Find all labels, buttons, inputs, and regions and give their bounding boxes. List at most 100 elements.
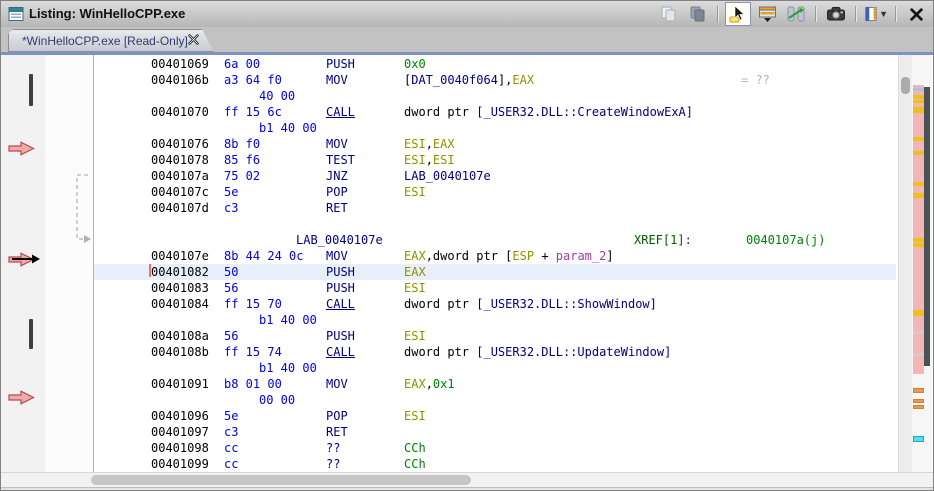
vertical-scrollbar-thumb[interactable] [901, 77, 910, 94]
address-field: 00401096 [151, 408, 209, 424]
bytes-field: c3 [224, 424, 238, 440]
mnemonic-field: MOV [326, 72, 348, 88]
listing-instruction-row[interactable]: 00401070ff 15 6cCALLdword ptr [_USER32.D… [94, 104, 896, 120]
listing-bytes-continuation-row[interactable]: 40 00 [94, 88, 896, 104]
cursor-location-icon [729, 5, 747, 23]
address-field: 0040107a [151, 168, 209, 184]
operands-field: CCh [404, 456, 426, 472]
horizontal-scrollbar-thumb[interactable] [91, 475, 471, 485]
mnemonic-field: MOV [326, 248, 348, 264]
operands-field: ESI,ESI [404, 152, 455, 168]
address-field: 00401099 [151, 456, 209, 472]
mnemonic-field: MOV [326, 376, 348, 392]
window-title: Listing: WinHelloCPP.exe [29, 6, 185, 21]
bytes-field: 75 02 [224, 168, 260, 184]
tab-close-icon[interactable] [187, 33, 200, 46]
paste-button[interactable] [685, 2, 711, 26]
copy-button[interactable] [656, 2, 682, 26]
listing-instruction-row[interactable]: 00401099cc??CCh [94, 456, 896, 472]
address-field: 00401084 [151, 296, 209, 312]
listing-instruction-row[interactable]: 004010768b f0MOVESI,EAX [94, 136, 896, 152]
disassembly-listing[interactable]: 004010696a 00PUSH0x00040106ba3 64 f0MOV[… [94, 55, 896, 472]
bytes-field: 56 [224, 280, 238, 296]
overview-mark [913, 405, 924, 409]
listing-instruction-row[interactable]: 004010965ePOPESI [94, 408, 896, 424]
overview-band [924, 87, 930, 366]
overview-mark [913, 107, 924, 113]
bytes-field: 8b 44 24 0c [224, 248, 303, 264]
listing-instruction-row[interactable]: 0040108a56PUSHESI [94, 328, 896, 344]
bytes-continuation-field: 40 00 [259, 88, 295, 104]
diff-view-button[interactable] [783, 2, 809, 26]
tab-winhellocpp[interactable]: *WinHelloCPP.exe [Read-Only] [8, 29, 214, 52]
operands-field: dword ptr [_USER32.DLL::UpdateWindow] [404, 344, 671, 360]
overview-mark [913, 353, 924, 356]
mnemonic-field: PUSH [326, 264, 355, 280]
mnemonic-field: PUSH [326, 328, 355, 344]
listing-instruction-row[interactable]: 0040108250PUSHEAX [94, 264, 896, 280]
mnemonic-field: RET [326, 200, 348, 216]
overview-mark [913, 436, 924, 442]
listing-instruction-row[interactable]: 0040107a75 02JNZLAB_0040107e [94, 168, 896, 184]
operands-field: ESI [404, 184, 426, 200]
close-window-button[interactable] [903, 2, 929, 26]
operands-field: dword ptr [_USER32.DLL::ShowWindow] [404, 296, 657, 312]
bookmark-arrow-icon [8, 390, 35, 405]
listing-instruction-row[interactable]: 0040108356PUSHESI [94, 280, 896, 296]
mnemonic-field: RET [326, 424, 348, 440]
mnemonic-field: POP [326, 184, 348, 200]
vertical-scrollbar[interactable] [898, 55, 913, 472]
overview-mark [913, 193, 924, 198]
mnemonic-field: ?? [326, 456, 340, 472]
listing-instruction-row[interactable]: 00401084ff 15 70CALLdword ptr [_USER32.D… [94, 296, 896, 312]
listing-instruction-row[interactable]: 00401091b8 01 00MOVEAX,0x1 [94, 376, 896, 392]
mnemonic-field: POP [326, 408, 348, 424]
close-icon [909, 7, 924, 22]
address-field: 0040108b [151, 344, 209, 360]
margin-bar-marker [29, 319, 33, 349]
bytes-field: 50 [224, 264, 238, 280]
listing-instruction-row[interactable]: 0040108bff 15 74CALLdword ptr [_USER32.D… [94, 344, 896, 360]
bytes-continuation-field: b1 40 00 [259, 360, 317, 376]
listing-bytes-continuation-row[interactable]: b1 40 00 [94, 312, 896, 328]
toggle-fields-button[interactable] [754, 2, 780, 26]
listing-instruction-row[interactable]: 004010696a 00PUSH0x0 [94, 56, 896, 72]
listing-instruction-row[interactable]: 00401098cc??CCh [94, 440, 896, 456]
toolbar-separator [815, 6, 817, 22]
listing-instruction-row[interactable]: 0040107e8b 44 24 0cMOVEAX,dword ptr [ESP… [94, 248, 896, 264]
listing-window-icon [8, 6, 24, 22]
operands-field: EAX [404, 264, 426, 280]
listing-bytes-continuation-row[interactable]: b1 40 00 [94, 360, 896, 376]
listing-instruction-row[interactable]: 0040107c5ePOPESI [94, 184, 896, 200]
operands-field: EAX,0x1 [404, 376, 455, 392]
mnemonic-field: ?? [326, 440, 340, 456]
toolbar-separator [855, 6, 857, 22]
chevron-down-icon: ▼ [879, 9, 888, 19]
snapshot-camera-icon [826, 5, 846, 23]
overview-mark [913, 100, 924, 103]
address-field: 00401083 [151, 280, 209, 296]
listing-label-row[interactable]: LAB_0040107eXREF[1]:0040107a(j) [94, 232, 896, 248]
listing-instruction-row[interactable]: 00401097c3RET [94, 424, 896, 440]
listing-blank-row[interactable] [94, 216, 896, 232]
listing-instruction-row[interactable]: 0040106ba3 64 f0MOV[DAT_0040f064],EAX= ?… [94, 72, 896, 88]
listing-instruction-row[interactable]: 0040107dc3RET [94, 200, 896, 216]
address-field: 00401091 [151, 376, 209, 392]
listing-bytes-continuation-row[interactable]: 00 00 [94, 392, 896, 408]
overview-mark [913, 399, 924, 403]
cursor-location-button[interactable] [725, 2, 751, 26]
horizontal-scrollbar[interactable] [1, 472, 933, 488]
address-field: 0040106b [151, 72, 209, 88]
listing-bytes-continuation-row[interactable]: b1 40 00 [94, 120, 896, 136]
overview-margin[interactable] [912, 55, 932, 472]
listing-instruction-row[interactable]: 0040107885 f6TESTESI,ESI [94, 152, 896, 168]
bytes-field: 5e [224, 408, 238, 424]
toolbar-separator [717, 6, 719, 22]
bytes-field: 8b f0 [224, 136, 260, 152]
address-field: 00401070 [151, 104, 209, 120]
overview-mark [913, 137, 924, 141]
operands-field: ESI [404, 280, 426, 296]
current-location-arrow-icon [10, 251, 42, 267]
listing-display-options-button[interactable]: ▼ [863, 2, 889, 26]
snapshot-button[interactable] [823, 2, 849, 26]
